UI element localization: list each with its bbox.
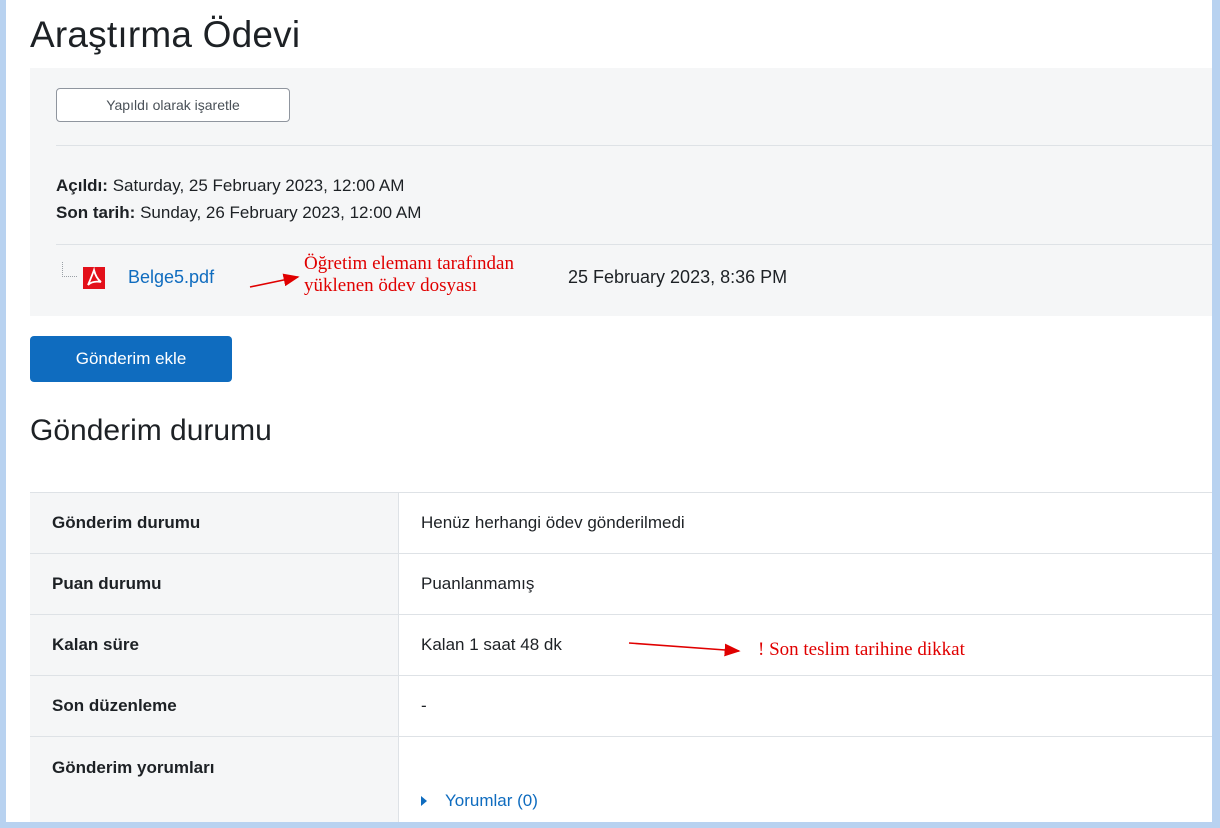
- file-link[interactable]: Belge5.pdf: [128, 267, 214, 288]
- row-label: Puan durumu: [30, 553, 399, 615]
- divider: [56, 244, 1212, 245]
- divider: [56, 145, 1212, 146]
- activity-dates: Açıldı: Saturday, 25 February 2023, 12:0…: [56, 172, 421, 226]
- comments-toggle[interactable]: Yorumlar (0): [421, 791, 538, 811]
- file-annotation-line2: yüklenen ödev dosyası: [304, 275, 478, 296]
- opened-label: Açıldı:: [56, 176, 108, 195]
- file-upload-date: 25 February 2023, 8:36 PM: [568, 267, 788, 287]
- due-date: Son tarih: Sunday, 26 February 2023, 12:…: [56, 199, 421, 226]
- table-row: Kalan süre Kalan 1 saat 48 dk: [30, 614, 1212, 676]
- table-row: Son düzenleme -: [30, 675, 1212, 737]
- page-title: Araştırma Ödevi: [30, 14, 301, 55]
- opened-value: Saturday, 25 February 2023, 12:00 AM: [112, 176, 405, 195]
- caret-right-icon: [421, 795, 427, 806]
- table-row: Puan durumu Puanlanmamış: [30, 553, 1212, 615]
- comments-link-label: Yorumlar (0): [445, 790, 538, 810]
- row-value: -: [398, 675, 1212, 737]
- row-value: Yorumlar (0): [398, 736, 1212, 822]
- due-label: Son tarih:: [56, 203, 136, 222]
- attached-file-row: Belge5.pdf 25 February 2023, 8:36 PM: [62, 262, 1162, 294]
- file-annotation-line1: Öğretim elemanı tarafından: [304, 253, 514, 274]
- row-label: Son düzenleme: [30, 675, 399, 737]
- section-title: Gönderim durumu: [30, 414, 272, 447]
- opened-date: Açıldı: Saturday, 25 February 2023, 12:0…: [56, 172, 421, 199]
- deadline-annotation: ! Son teslim tarihine dikkat: [758, 639, 965, 660]
- row-label: Kalan süre: [30, 614, 399, 676]
- mark-as-done-button[interactable]: Yapıldı olarak işaretle: [56, 88, 290, 122]
- add-submission-button[interactable]: Gönderim ekle: [30, 336, 232, 382]
- assignment-page: Araştırma Ödevi Yapıldı olarak işaretle …: [6, 0, 1212, 822]
- activity-info-panel: Yapıldı olarak işaretle Açıldı: Saturday…: [30, 68, 1212, 316]
- tree-connector: [62, 262, 77, 277]
- submission-status-table: Gönderim durumu Henüz herhangi ödev gönd…: [30, 492, 1212, 822]
- pdf-icon: [83, 266, 105, 289]
- table-row: Gönderim durumu Henüz herhangi ödev gönd…: [30, 492, 1212, 554]
- row-value: Henüz herhangi ödev gönderilmedi: [398, 492, 1212, 554]
- row-label: Gönderim yorumları: [30, 736, 399, 822]
- table-row: Gönderim yorumları Yorumlar (0): [30, 736, 1212, 822]
- due-value: Sunday, 26 February 2023, 12:00 AM: [140, 203, 422, 222]
- row-label: Gönderim durumu: [30, 492, 399, 554]
- row-value: Puanlanmamış: [398, 553, 1212, 615]
